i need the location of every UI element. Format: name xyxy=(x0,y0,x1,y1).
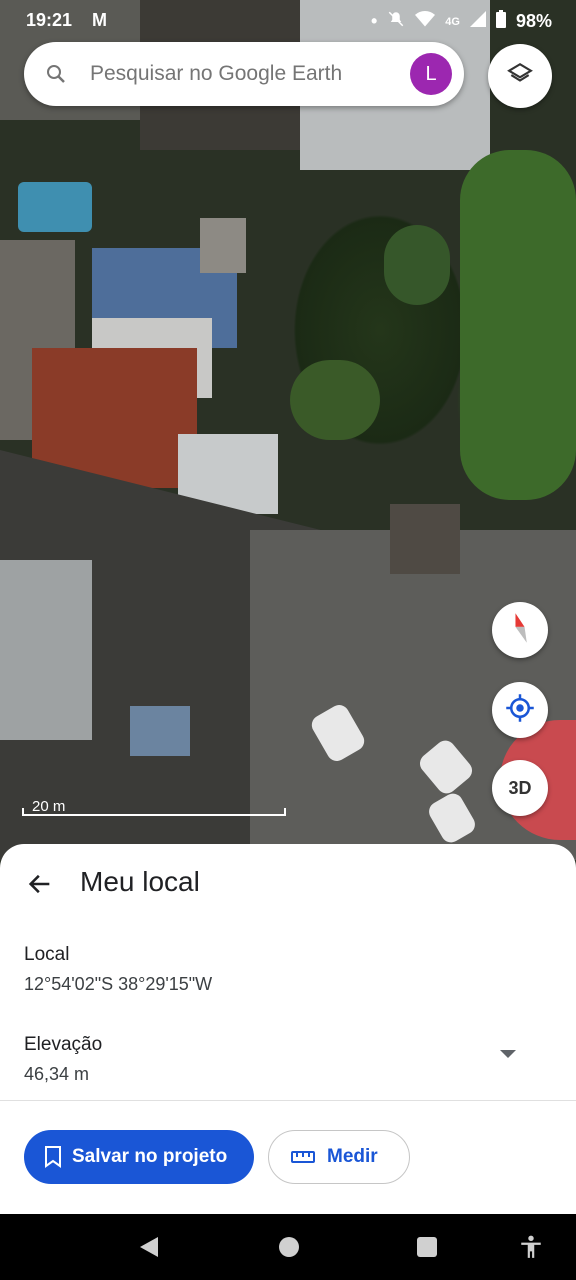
back-nav-icon[interactable] xyxy=(138,1236,160,1263)
save-to-project-label: Salvar no projeto xyxy=(72,1146,228,1167)
ruler-icon xyxy=(291,1150,315,1164)
mute-icon xyxy=(387,10,405,33)
tree xyxy=(460,150,576,500)
accessibility-icon[interactable] xyxy=(518,1234,544,1265)
crosshair-icon xyxy=(505,693,535,728)
scale-line xyxy=(22,814,286,816)
compass-icon xyxy=(507,611,533,650)
rooftop xyxy=(200,218,246,273)
dot-icon: • xyxy=(370,11,378,31)
scale-label: 20 m xyxy=(32,798,66,815)
divider xyxy=(0,1100,576,1101)
expand-caret-icon[interactable] xyxy=(500,1050,516,1058)
sheet-title: Meu local xyxy=(80,866,200,897)
navigation-bar xyxy=(0,1214,576,1280)
my-location-button[interactable] xyxy=(492,682,548,738)
network-type: 4G xyxy=(445,15,460,28)
location-label: Local xyxy=(24,944,70,965)
recents-nav-icon[interactable] xyxy=(416,1236,438,1263)
search-input[interactable]: Pesquisar no Google Earth xyxy=(90,62,342,86)
tree xyxy=(290,360,380,440)
battery-icon xyxy=(495,10,506,33)
my-location-sheet: Meu local Local 12°54'02"S 38°29'15"W El… xyxy=(0,844,576,1214)
search-icon xyxy=(44,62,68,86)
compass-button[interactable] xyxy=(492,602,548,658)
layers-icon xyxy=(507,61,533,92)
save-to-project-button[interactable]: Salvar no projeto xyxy=(24,1130,254,1184)
layers-button[interactable] xyxy=(488,44,552,108)
status-bar: 19:21 M • 4G 98% xyxy=(0,0,576,42)
satellite-map[interactable] xyxy=(0,0,576,860)
scale-tick xyxy=(284,808,286,816)
rooftop xyxy=(0,560,92,740)
rooftop xyxy=(390,504,460,574)
rooftop xyxy=(130,706,190,756)
scale-bar: 20 m xyxy=(22,798,286,820)
tree xyxy=(384,225,450,305)
pool xyxy=(18,182,92,232)
location-coordinates: 12°54'02"S 38°29'15"W xyxy=(24,974,213,994)
measure-label: Medir xyxy=(327,1146,378,1167)
signal-icon xyxy=(469,11,486,32)
home-nav-icon[interactable] xyxy=(278,1236,300,1263)
clock: 19:21 xyxy=(26,10,73,30)
back-arrow-icon[interactable] xyxy=(26,870,54,898)
3d-toggle-button[interactable]: 3D xyxy=(492,760,548,816)
bookmark-icon xyxy=(44,1146,62,1168)
elevation-value: 46,34 m xyxy=(24,1064,90,1084)
gmail-icon: M xyxy=(92,10,107,30)
elevation-label: Elevação xyxy=(24,1034,103,1055)
avatar[interactable]: L xyxy=(410,53,452,95)
search-bar[interactable]: Pesquisar no Google Earth L xyxy=(24,42,464,106)
battery-level: 98% xyxy=(515,11,552,31)
wifi-icon xyxy=(415,10,436,33)
measure-button[interactable]: Medir xyxy=(268,1130,410,1184)
